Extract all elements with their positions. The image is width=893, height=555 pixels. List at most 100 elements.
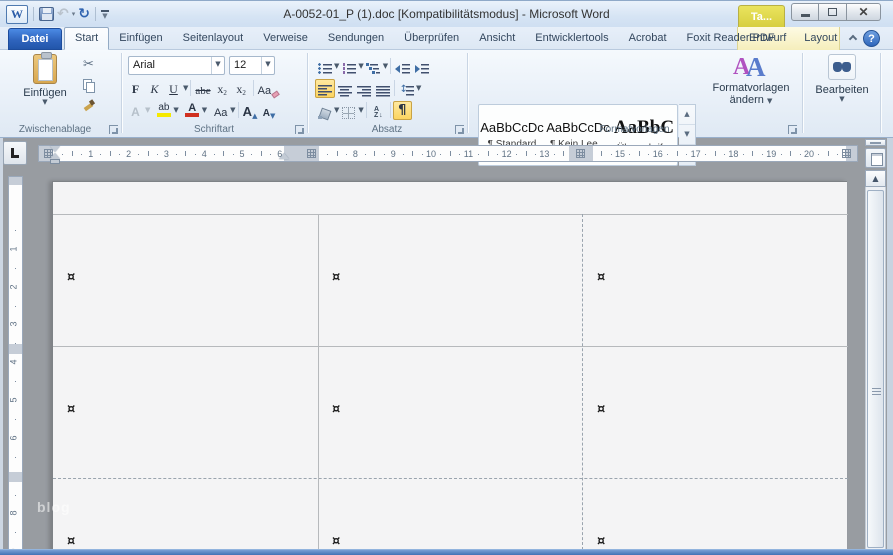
ruler-tick xyxy=(260,151,262,156)
tab-acrobat[interactable]: Acrobat xyxy=(619,27,677,50)
text-effects-button[interactable]: A xyxy=(126,101,145,120)
document-page[interactable]: blog ¤ ¤ ¤ ¤ ¤ ¤ ¤ ¤ ¤ xyxy=(37,181,848,555)
increase-indent-icon xyxy=(414,62,429,75)
tab-einf-gen[interactable]: Einfügen xyxy=(109,27,172,50)
font-size-combo[interactable]: 12 ▼ xyxy=(229,56,275,75)
gallery-scroll-up-button[interactable]: ▲ xyxy=(679,105,695,125)
underline-button[interactable]: U xyxy=(164,79,183,98)
table-column-gridline-dashed xyxy=(582,214,583,555)
multilevel-dropdown-icon[interactable]: ▼ xyxy=(383,63,388,70)
line-spacing-button[interactable] xyxy=(397,79,416,98)
chevron-down-icon[interactable]: ▼ xyxy=(261,57,274,74)
ruler-tick xyxy=(62,154,64,155)
shading-button[interactable] xyxy=(315,101,334,120)
scrollbar-track[interactable] xyxy=(865,187,886,555)
line-spacing-dropdown-icon[interactable]: ▼ xyxy=(416,85,421,92)
show-formatting-marks-button[interactable]: ¶ xyxy=(392,100,412,120)
change-case-button[interactable]: Aa xyxy=(211,101,230,120)
chevron-down-icon[interactable]: ▼ xyxy=(211,57,224,74)
change-styles-button[interactable]: AA Formatvorlagen ändern ▼ xyxy=(706,52,796,106)
grow-font-button[interactable]: A ▲ xyxy=(241,101,260,120)
bold-button[interactable]: F xyxy=(126,79,145,98)
separator xyxy=(390,58,392,74)
vertical-ruler: 12345689 xyxy=(8,176,23,555)
restore-button[interactable] xyxy=(819,3,847,21)
scrollbar-thumb[interactable] xyxy=(867,190,884,548)
italic-button[interactable]: K xyxy=(145,79,164,98)
ruler-tick xyxy=(15,418,16,420)
status-bar-edge xyxy=(0,549,893,555)
clear-formatting-button[interactable]: Aa xyxy=(256,79,281,99)
paste-button[interactable]: Einfügen ▼ xyxy=(16,52,74,106)
tab-start[interactable]: Start xyxy=(64,27,110,50)
tab-entwurf[interactable]: Entwurf xyxy=(742,27,793,50)
numbering-button[interactable] xyxy=(339,57,358,76)
font-color-button[interactable]: A xyxy=(183,101,202,120)
tab-layout[interactable]: Layout xyxy=(797,27,844,50)
ruler-number: 20 xyxy=(804,149,815,159)
clipboard-dialog-launcher[interactable] xyxy=(109,125,118,134)
table-column-marker-icon[interactable] xyxy=(576,149,585,158)
increase-indent-button[interactable] xyxy=(412,57,431,76)
decrease-indent-button[interactable] xyxy=(393,57,412,76)
close-button[interactable]: ✕ xyxy=(847,3,881,21)
group-separator xyxy=(307,53,308,133)
justify-button[interactable] xyxy=(373,79,392,98)
cut-button[interactable]: ✂ xyxy=(78,55,99,74)
multilevel-list-icon xyxy=(366,62,381,75)
styles-group-label: Formatvorlagen xyxy=(599,124,670,135)
bullets-button[interactable] xyxy=(315,57,334,76)
borders-icon xyxy=(342,106,356,119)
collapse-ribbon-button[interactable] xyxy=(847,34,859,44)
font-family-combo[interactable]: Arial ▼ xyxy=(128,56,225,75)
editing-button[interactable]: Bearbeiten ▼ xyxy=(810,54,874,103)
borders-button[interactable] xyxy=(339,101,358,120)
align-left-button[interactable] xyxy=(315,78,335,98)
tab-entwicklertools[interactable]: Entwicklertools xyxy=(525,27,618,50)
borders-dropdown-icon[interactable]: ▼ xyxy=(358,107,363,114)
highlight-color-button[interactable]: ab xyxy=(154,101,173,120)
scroll-up-button[interactable]: ▲ xyxy=(865,170,886,187)
text-effects-dropdown-icon[interactable]: ▼ xyxy=(145,107,150,114)
tab-verweise[interactable]: Verweise xyxy=(253,27,318,50)
tab-sendungen[interactable]: Sendungen xyxy=(318,27,394,50)
tab--berpr-fen[interactable]: Überprüfen xyxy=(394,27,469,50)
align-right-button[interactable] xyxy=(354,79,373,98)
ruler-tick xyxy=(109,151,111,156)
highlight-dropdown-icon[interactable]: ▼ xyxy=(173,107,178,114)
format-painter-button[interactable] xyxy=(78,95,99,114)
first-line-indent-marker[interactable] xyxy=(50,146,60,152)
tab-datei[interactable]: Datei xyxy=(8,28,62,50)
strikethrough-button[interactable]: abe xyxy=(193,79,212,98)
superscript-button[interactable]: x2 xyxy=(232,79,251,98)
tab-ansicht[interactable]: Ansicht xyxy=(469,27,525,50)
ruler-tick xyxy=(100,154,102,155)
font-dialog-launcher[interactable] xyxy=(295,125,304,134)
ruler-number: 18 xyxy=(728,149,739,159)
ruler-tick xyxy=(761,154,763,155)
shrink-font-button[interactable]: A ▼ xyxy=(260,101,279,120)
styles-dialog-launcher[interactable] xyxy=(788,125,797,134)
ruler-tick xyxy=(497,154,499,155)
ruler-toggle-button[interactable] xyxy=(865,148,886,168)
ruler-number: 11 xyxy=(463,149,474,159)
underline-dropdown-icon[interactable]: ▼ xyxy=(183,85,188,92)
separator xyxy=(252,80,254,96)
tab-seitenlayout[interactable]: Seitenlayout xyxy=(173,27,254,50)
subscript-button[interactable]: x2 xyxy=(213,79,232,98)
paragraph-dialog-launcher[interactable] xyxy=(455,125,464,134)
table-column-marker-icon[interactable] xyxy=(842,149,851,158)
table-column-marker-icon[interactable] xyxy=(307,149,316,158)
ruler-tick xyxy=(412,151,414,156)
align-center-button[interactable] xyxy=(335,79,354,98)
tab-stop-selector[interactable] xyxy=(3,141,27,165)
left-indent-marker[interactable] xyxy=(50,159,60,164)
copy-button[interactable] xyxy=(78,75,99,94)
multilevel-list-button[interactable] xyxy=(364,57,383,76)
font-color-dropdown-icon[interactable]: ▼ xyxy=(202,107,207,114)
split-window-handle[interactable] xyxy=(865,139,886,146)
help-button[interactable]: ? xyxy=(863,30,880,47)
minimize-button[interactable] xyxy=(791,3,819,21)
change-case-dropdown-icon[interactable]: ▼ xyxy=(230,107,235,114)
sort-button[interactable]: AZ ↓ xyxy=(369,101,388,120)
